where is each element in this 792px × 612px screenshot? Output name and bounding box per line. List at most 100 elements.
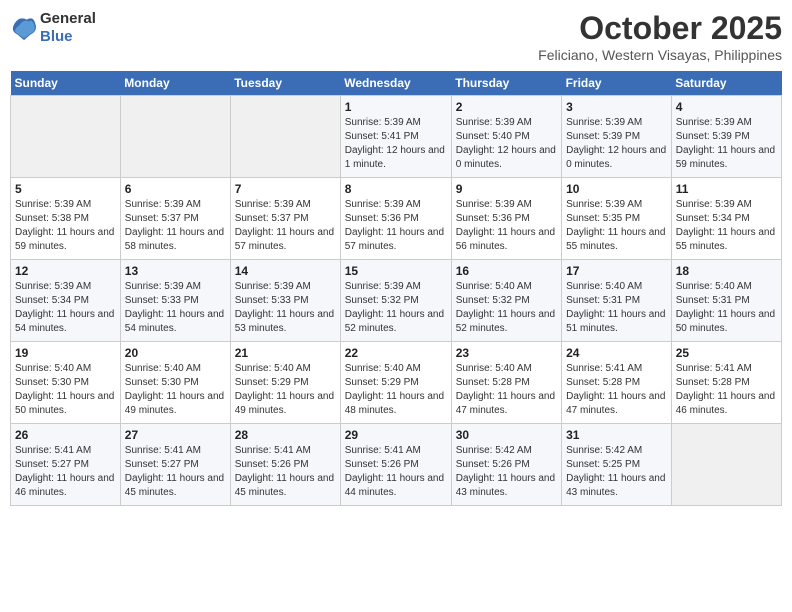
cell-content: Sunrise: 5:40 AM Sunset: 5:32 PM Dayligh… — [456, 280, 557, 336]
calendar-week-row: 19 Sunrise: 5:40 AM Sunset: 5:30 PM Dayl… — [11, 342, 782, 424]
weekday-header-row: SundayMondayTuesdayWednesdayThursdayFrid… — [11, 71, 782, 96]
cell-content: Sunrise: 5:42 AM Sunset: 5:26 PM Dayligh… — [456, 444, 557, 500]
cell-content: Sunrise: 5:39 AM Sunset: 5:33 PM Dayligh… — [125, 280, 226, 336]
calendar-cell: 24 Sunrise: 5:41 AM Sunset: 5:28 PM Dayl… — [562, 342, 672, 424]
weekday-header: Monday — [120, 71, 230, 96]
logo-text: General Blue — [40, 10, 96, 46]
location-title: Feliciano, Western Visayas, Philippines — [538, 47, 782, 63]
day-number: 22 — [345, 346, 447, 360]
day-number: 12 — [15, 264, 116, 278]
day-number: 8 — [345, 182, 447, 196]
cell-content: Sunrise: 5:39 AM Sunset: 5:37 PM Dayligh… — [125, 198, 226, 254]
calendar-cell: 10 Sunrise: 5:39 AM Sunset: 5:35 PM Dayl… — [562, 178, 672, 260]
calendar-cell: 19 Sunrise: 5:40 AM Sunset: 5:30 PM Dayl… — [11, 342, 121, 424]
day-number: 31 — [566, 428, 667, 442]
cell-content: Sunrise: 5:40 AM Sunset: 5:29 PM Dayligh… — [345, 362, 447, 418]
cell-content: Sunrise: 5:39 AM Sunset: 5:37 PM Dayligh… — [235, 198, 336, 254]
cell-content: Sunrise: 5:40 AM Sunset: 5:28 PM Dayligh… — [456, 362, 557, 418]
calendar-table: SundayMondayTuesdayWednesdayThursdayFrid… — [10, 71, 782, 506]
calendar-cell — [120, 96, 230, 178]
weekday-header: Friday — [562, 71, 672, 96]
weekday-header: Thursday — [451, 71, 561, 96]
calendar-cell: 30 Sunrise: 5:42 AM Sunset: 5:26 PM Dayl… — [451, 424, 561, 506]
day-number: 10 — [566, 182, 667, 196]
day-number: 7 — [235, 182, 336, 196]
day-number: 4 — [676, 100, 777, 114]
weekday-header: Sunday — [11, 71, 121, 96]
calendar-cell: 12 Sunrise: 5:39 AM Sunset: 5:34 PM Dayl… — [11, 260, 121, 342]
page-header: General Blue October 2025 Feliciano, Wes… — [10, 10, 782, 63]
cell-content: Sunrise: 5:39 AM Sunset: 5:39 PM Dayligh… — [566, 116, 667, 172]
logo-general: General — [40, 10, 96, 27]
weekday-header: Saturday — [671, 71, 781, 96]
day-number: 25 — [676, 346, 777, 360]
day-number: 3 — [566, 100, 667, 114]
day-number: 24 — [566, 346, 667, 360]
cell-content: Sunrise: 5:41 AM Sunset: 5:27 PM Dayligh… — [125, 444, 226, 500]
calendar-cell: 8 Sunrise: 5:39 AM Sunset: 5:36 PM Dayli… — [340, 178, 451, 260]
cell-content: Sunrise: 5:40 AM Sunset: 5:30 PM Dayligh… — [125, 362, 226, 418]
calendar-cell: 21 Sunrise: 5:40 AM Sunset: 5:29 PM Dayl… — [230, 342, 340, 424]
cell-content: Sunrise: 5:39 AM Sunset: 5:38 PM Dayligh… — [15, 198, 116, 254]
calendar-cell: 6 Sunrise: 5:39 AM Sunset: 5:37 PM Dayli… — [120, 178, 230, 260]
day-number: 28 — [235, 428, 336, 442]
day-number: 17 — [566, 264, 667, 278]
calendar-cell: 13 Sunrise: 5:39 AM Sunset: 5:33 PM Dayl… — [120, 260, 230, 342]
cell-content: Sunrise: 5:39 AM Sunset: 5:36 PM Dayligh… — [345, 198, 447, 254]
calendar-cell: 23 Sunrise: 5:40 AM Sunset: 5:28 PM Dayl… — [451, 342, 561, 424]
calendar-cell: 2 Sunrise: 5:39 AM Sunset: 5:40 PM Dayli… — [451, 96, 561, 178]
day-number: 29 — [345, 428, 447, 442]
calendar-week-row: 5 Sunrise: 5:39 AM Sunset: 5:38 PM Dayli… — [11, 178, 782, 260]
calendar-cell: 1 Sunrise: 5:39 AM Sunset: 5:41 PM Dayli… — [340, 96, 451, 178]
day-number: 1 — [345, 100, 447, 114]
day-number: 13 — [125, 264, 226, 278]
day-number: 16 — [456, 264, 557, 278]
calendar-cell: 17 Sunrise: 5:40 AM Sunset: 5:31 PM Dayl… — [562, 260, 672, 342]
day-number: 6 — [125, 182, 226, 196]
day-number: 23 — [456, 346, 557, 360]
cell-content: Sunrise: 5:39 AM Sunset: 5:36 PM Dayligh… — [456, 198, 557, 254]
weekday-header: Tuesday — [230, 71, 340, 96]
calendar-cell: 20 Sunrise: 5:40 AM Sunset: 5:30 PM Dayl… — [120, 342, 230, 424]
day-number: 26 — [15, 428, 116, 442]
day-number: 11 — [676, 182, 777, 196]
logo: General Blue — [10, 10, 96, 46]
calendar-cell — [230, 96, 340, 178]
logo-icon — [10, 14, 38, 42]
cell-content: Sunrise: 5:41 AM Sunset: 5:26 PM Dayligh… — [235, 444, 336, 500]
calendar-cell: 27 Sunrise: 5:41 AM Sunset: 5:27 PM Dayl… — [120, 424, 230, 506]
calendar-cell: 7 Sunrise: 5:39 AM Sunset: 5:37 PM Dayli… — [230, 178, 340, 260]
calendar-cell: 29 Sunrise: 5:41 AM Sunset: 5:26 PM Dayl… — [340, 424, 451, 506]
calendar-week-row: 12 Sunrise: 5:39 AM Sunset: 5:34 PM Dayl… — [11, 260, 782, 342]
calendar-cell: 22 Sunrise: 5:40 AM Sunset: 5:29 PM Dayl… — [340, 342, 451, 424]
day-number: 19 — [15, 346, 116, 360]
calendar-cell — [11, 96, 121, 178]
day-number: 27 — [125, 428, 226, 442]
logo-blue: Blue — [40, 28, 73, 45]
day-number: 18 — [676, 264, 777, 278]
calendar-cell — [671, 424, 781, 506]
day-number: 30 — [456, 428, 557, 442]
day-number: 14 — [235, 264, 336, 278]
title-section: October 2025 Feliciano, Western Visayas,… — [538, 10, 782, 63]
calendar-cell: 14 Sunrise: 5:39 AM Sunset: 5:33 PM Dayl… — [230, 260, 340, 342]
calendar-cell: 18 Sunrise: 5:40 AM Sunset: 5:31 PM Dayl… — [671, 260, 781, 342]
calendar-week-row: 26 Sunrise: 5:41 AM Sunset: 5:27 PM Dayl… — [11, 424, 782, 506]
day-number: 15 — [345, 264, 447, 278]
cell-content: Sunrise: 5:40 AM Sunset: 5:30 PM Dayligh… — [15, 362, 116, 418]
cell-content: Sunrise: 5:39 AM Sunset: 5:33 PM Dayligh… — [235, 280, 336, 336]
cell-content: Sunrise: 5:41 AM Sunset: 5:27 PM Dayligh… — [15, 444, 116, 500]
day-number: 2 — [456, 100, 557, 114]
cell-content: Sunrise: 5:39 AM Sunset: 5:39 PM Dayligh… — [676, 116, 777, 172]
cell-content: Sunrise: 5:39 AM Sunset: 5:34 PM Dayligh… — [676, 198, 777, 254]
cell-content: Sunrise: 5:41 AM Sunset: 5:28 PM Dayligh… — [676, 362, 777, 418]
weekday-header: Wednesday — [340, 71, 451, 96]
cell-content: Sunrise: 5:40 AM Sunset: 5:31 PM Dayligh… — [676, 280, 777, 336]
cell-content: Sunrise: 5:39 AM Sunset: 5:35 PM Dayligh… — [566, 198, 667, 254]
cell-content: Sunrise: 5:41 AM Sunset: 5:26 PM Dayligh… — [345, 444, 447, 500]
calendar-cell: 5 Sunrise: 5:39 AM Sunset: 5:38 PM Dayli… — [11, 178, 121, 260]
cell-content: Sunrise: 5:41 AM Sunset: 5:28 PM Dayligh… — [566, 362, 667, 418]
calendar-cell: 26 Sunrise: 5:41 AM Sunset: 5:27 PM Dayl… — [11, 424, 121, 506]
day-number: 21 — [235, 346, 336, 360]
calendar-cell: 15 Sunrise: 5:39 AM Sunset: 5:32 PM Dayl… — [340, 260, 451, 342]
